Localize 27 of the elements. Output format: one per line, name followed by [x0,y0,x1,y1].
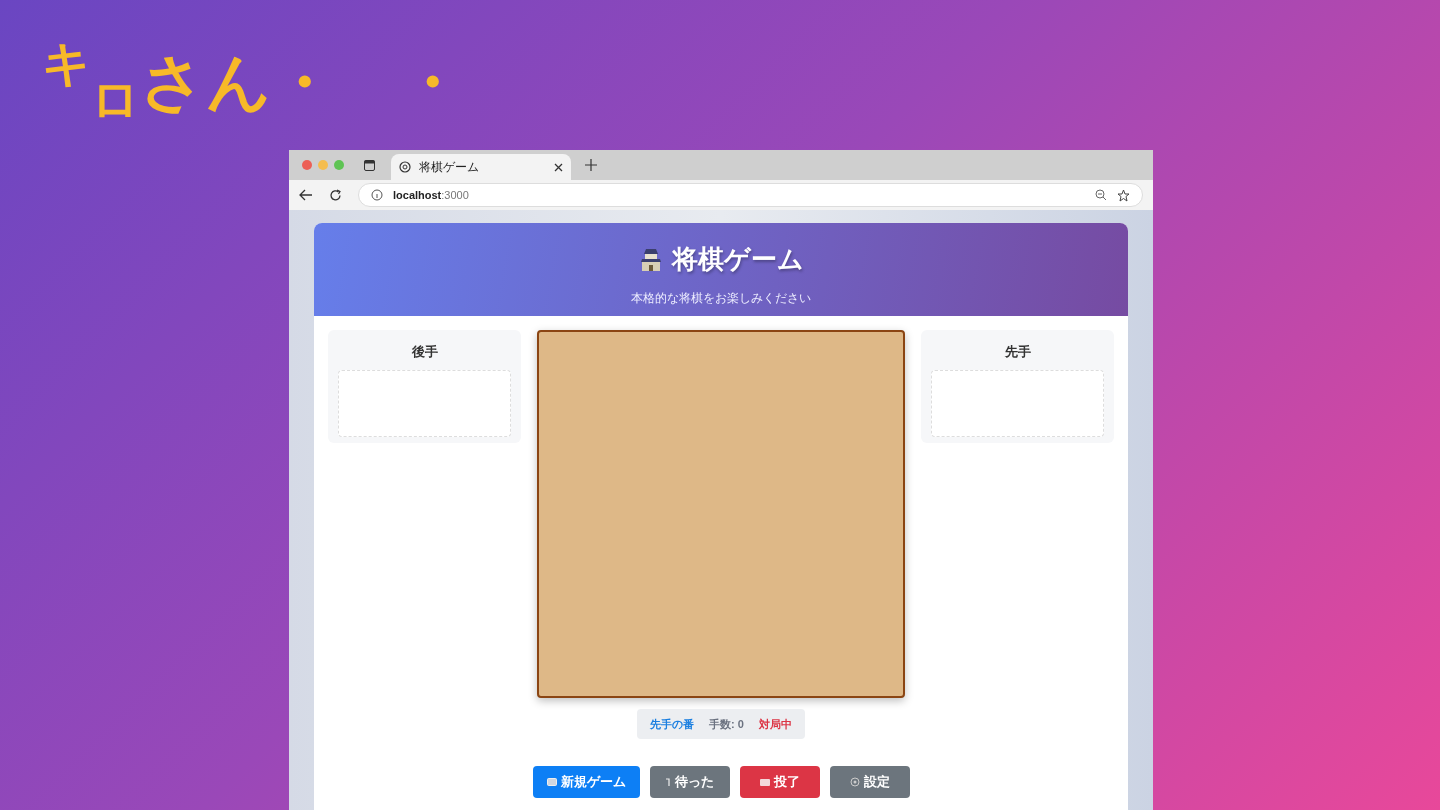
castle-icon [638,246,664,273]
url-text: localhost:3000 [393,187,470,203]
address-field[interactable]: localhost:3000 [358,183,1143,207]
action-button[interactable]: 投了 [739,766,820,798]
back-arrow-icon[interactable] [299,189,313,201]
gear-icon [849,777,860,787]
action-button[interactable]: 待った [649,766,730,798]
status-text: 手数: 0 [709,716,744,732]
plus-icon[interactable] [585,159,597,171]
browser-tab[interactable]: 将棋ゲーム [391,154,571,180]
star-icon[interactable] [1117,188,1130,202]
tab-title: 将棋ゲーム [419,159,480,176]
status-text: 対局中 [758,716,792,732]
action-button[interactable]: 設定 [829,766,910,798]
player-label: 先手 [1004,343,1031,361]
sidebar-icon[interactable] [364,159,375,171]
zoom-icon[interactable] [1095,189,1107,201]
flag-icon [759,778,770,786]
player-label: 後手 [411,343,438,361]
info-icon [371,189,383,201]
action-button[interactable]: 新規ゲーム [532,766,640,798]
status-text: 先手の番 [650,716,695,732]
page-title: 将棋ゲーム [672,243,804,276]
page-subtitle: 本格的な将棋をお楽しみください [631,290,811,307]
close-icon[interactable] [554,162,563,172]
tv-icon [546,778,557,786]
reload-icon[interactable] [329,188,342,202]
